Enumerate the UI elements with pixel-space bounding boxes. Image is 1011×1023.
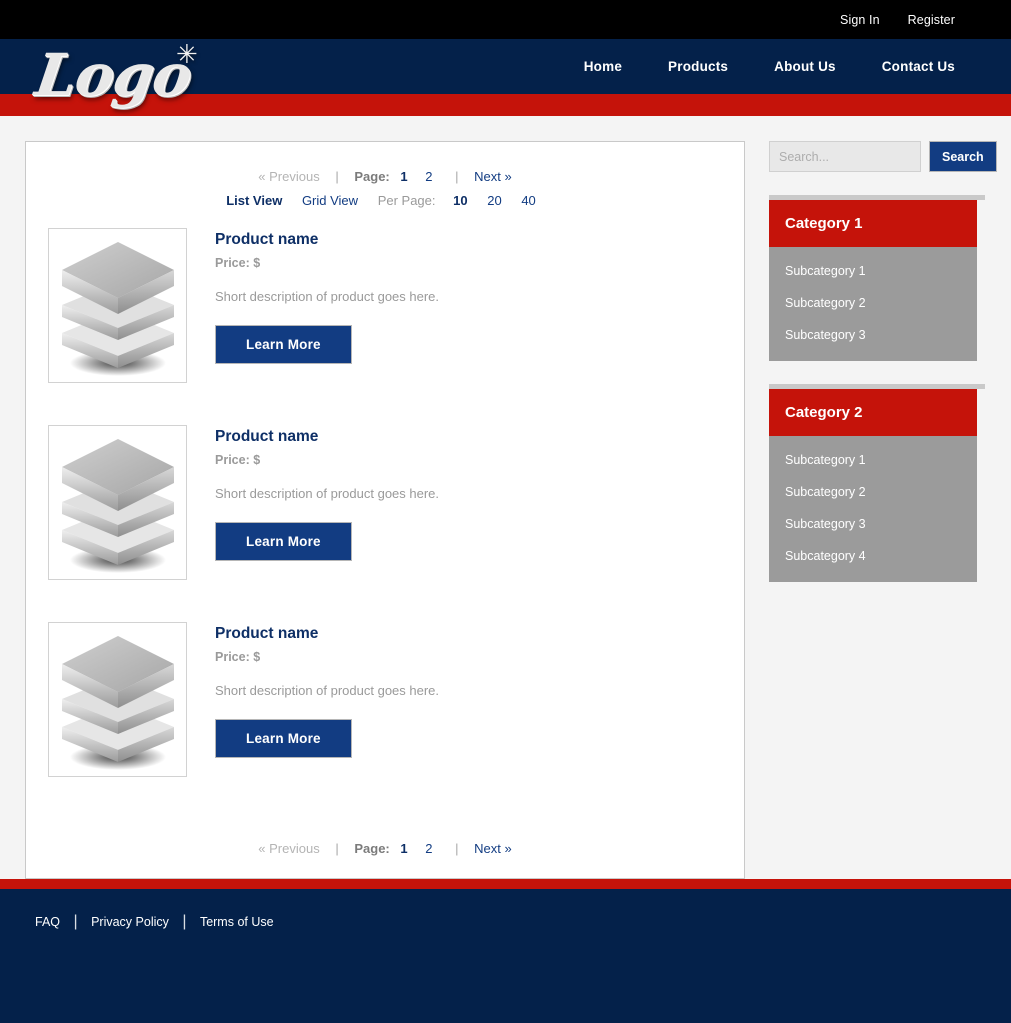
product-info: Product name Price: $ Short description … — [215, 622, 439, 777]
product-description: Short description of product goes here. — [215, 289, 440, 304]
subcategory-item[interactable]: Subcategory 2 — [769, 287, 977, 319]
nav-item-about-us[interactable]: About Us — [774, 59, 836, 74]
product-thumbnail[interactable] — [48, 228, 187, 383]
stacked-layers-icon — [61, 241, 174, 376]
footer-accent-bar — [0, 879, 1011, 889]
subcategory-list-2: Subcategory 1 Subcategory 2 Subcategory … — [769, 436, 977, 582]
product-price: Price: $ — [215, 256, 261, 270]
nav-item-home[interactable]: Home — [584, 59, 622, 74]
product-info: Product name Price: $ Short description … — [215, 425, 439, 580]
subcategory-item[interactable]: Subcategory 2 — [769, 476, 977, 508]
product-price: Price: $ — [215, 453, 261, 467]
product-name: Product name — [215, 625, 319, 642]
next-link-bottom[interactable]: Next » — [474, 841, 512, 856]
subcategory-item[interactable]: Subcategory 1 — [769, 255, 977, 287]
top-utility-bar: Sign In Register — [0, 0, 1011, 39]
pager-separator: | — [455, 169, 459, 184]
per-page-label: Per Page: — [377, 193, 436, 208]
site-header: Logo ✳ Home Products About Us Contact Us — [0, 39, 1011, 109]
page-link-1-top[interactable]: 1 — [400, 169, 407, 184]
product-price: Price: $ — [215, 650, 261, 664]
footer-link-faq[interactable]: FAQ — [35, 915, 60, 929]
subcategory-list-1: Subcategory 1 Subcategory 2 Subcategory … — [769, 247, 977, 361]
product-list-item: Product name Price: $ Short description … — [48, 622, 722, 777]
sign-in-link[interactable]: Sign In — [840, 13, 880, 27]
product-list-item: Product name Price: $ Short description … — [48, 228, 722, 383]
category-header-1[interactable]: Category 1 — [769, 200, 977, 247]
per-page-option-20[interactable]: 20 — [487, 193, 501, 208]
footer-separator: | — [73, 913, 78, 930]
subcategory-item[interactable]: Subcategory 3 — [769, 319, 977, 351]
site-logo[interactable]: Logo ✳ — [31, 35, 236, 115]
search-row: Search — [769, 141, 997, 172]
previous-link-bottom[interactable]: « Previous — [258, 841, 319, 856]
pager-separator: | — [335, 841, 339, 856]
register-link[interactable]: Register — [908, 13, 955, 27]
product-thumbnail[interactable] — [48, 425, 187, 580]
site-footer: FAQ | Privacy Policy | Terms of Use — [0, 889, 1011, 1023]
product-info: Product name Price: $ Short description … — [215, 228, 439, 383]
search-button[interactable]: Search — [929, 141, 997, 172]
subcategory-item[interactable]: Subcategory 4 — [769, 540, 977, 572]
logo-wordmark: Logo — [31, 41, 196, 109]
logo-starburst-icon: ✳ — [176, 39, 198, 69]
subcategory-item[interactable]: Subcategory 3 — [769, 508, 977, 540]
per-page-option-40[interactable]: 40 — [521, 193, 535, 208]
learn-more-button[interactable]: Learn More — [215, 522, 352, 561]
stacked-layers-icon — [61, 635, 174, 770]
product-name: Product name — [215, 428, 319, 445]
pager-separator: | — [455, 841, 459, 856]
category-block-2: Category 2 Subcategory 1 Subcategory 2 S… — [769, 384, 985, 582]
page-link-1-bottom[interactable]: 1 — [400, 841, 407, 856]
stacked-layers-icon — [61, 438, 174, 573]
footer-link-terms-of-use[interactable]: Terms of Use — [200, 915, 274, 929]
main-navigation: Home Products About Us Contact Us — [584, 59, 955, 74]
category-header-2[interactable]: Category 2 — [769, 389, 977, 436]
per-page-option-10[interactable]: 10 — [453, 193, 467, 208]
page-label-bottom: Page: — [354, 841, 390, 856]
pagination-bottom: « Previous | Page: 1 2 | Next » — [48, 819, 722, 856]
nav-item-products[interactable]: Products — [668, 59, 728, 74]
category-block-1: Category 1 Subcategory 1 Subcategory 2 S… — [769, 195, 985, 361]
list-view-toggle[interactable]: List View — [226, 193, 282, 208]
grid-view-toggle[interactable]: Grid View — [302, 193, 358, 208]
search-input[interactable] — [769, 141, 921, 172]
page-link-2-bottom[interactable]: 2 — [425, 841, 432, 856]
learn-more-button[interactable]: Learn More — [215, 325, 352, 364]
page-body: « Previous | Page: 1 2 | Next » List Vie… — [0, 116, 1011, 879]
product-description: Short description of product goes here. — [215, 683, 440, 698]
footer-link-privacy-policy[interactable]: Privacy Policy — [91, 915, 169, 929]
subcategory-item[interactable]: Subcategory 1 — [769, 444, 977, 476]
product-thumbnail[interactable] — [48, 622, 187, 777]
product-list: Product name Price: $ Short description … — [48, 228, 722, 777]
view-options-bar: List View Grid View Per Page: 10 20 40 — [48, 184, 722, 208]
pagination-top: « Previous | Page: 1 2 | Next » — [48, 156, 722, 184]
page-label-top: Page: — [354, 169, 390, 184]
product-list-item: Product name Price: $ Short description … — [48, 425, 722, 580]
product-name: Product name — [215, 231, 319, 248]
nav-item-contact-us[interactable]: Contact Us — [882, 59, 955, 74]
sidebar: Search Category 1 Subcategory 1 Subcateg… — [769, 141, 997, 582]
product-list-panel: « Previous | Page: 1 2 | Next » List Vie… — [25, 141, 745, 879]
previous-link-top[interactable]: « Previous — [258, 169, 319, 184]
footer-separator: | — [182, 913, 187, 930]
product-description: Short description of product goes here. — [215, 486, 440, 501]
page-link-2-top[interactable]: 2 — [425, 169, 432, 184]
pager-separator: | — [335, 169, 339, 184]
next-link-top[interactable]: Next » — [474, 169, 512, 184]
learn-more-button[interactable]: Learn More — [215, 719, 352, 758]
